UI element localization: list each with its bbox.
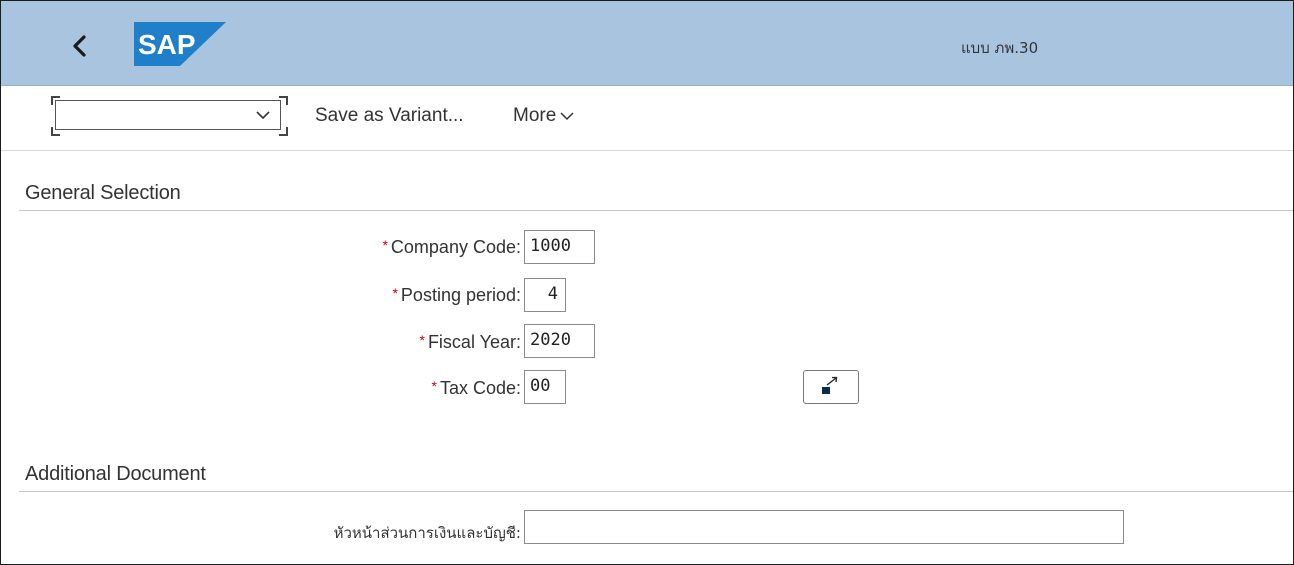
- fiscal-year-input[interactable]: 2020: [524, 324, 595, 358]
- head-of-finance-label: หัวหน้าส่วนการเงินและบัญชี:: [333, 524, 521, 542]
- chevron-left-icon: [73, 35, 86, 57]
- required-marker: *: [382, 237, 388, 253]
- variant-dropdown-focus: [51, 96, 288, 136]
- section-divider: [19, 491, 1293, 492]
- required-marker: *: [392, 285, 398, 301]
- posting-period-input[interactable]: 4: [524, 278, 566, 312]
- shell-bar: SAP แบบ ภพ.30: [1, 1, 1293, 86]
- app-title: แบบ ภพ.30: [961, 39, 1039, 57]
- toolbar: Save as Variant... More: [1, 86, 1293, 151]
- section-title-additional-document: Additional Document: [25, 463, 206, 485]
- variant-select[interactable]: [55, 100, 281, 130]
- required-marker: *: [419, 332, 425, 348]
- fiscal-year-label: * Fiscal Year:: [419, 332, 521, 352]
- company-code-label: * Company Code:: [382, 237, 521, 257]
- chevron-down-icon: [256, 111, 270, 120]
- section-divider: [19, 210, 1293, 211]
- more-button[interactable]: More: [513, 105, 575, 127]
- back-button[interactable]: [67, 29, 95, 63]
- multiple-selection-button[interactable]: [803, 370, 859, 404]
- save-as-variant-button[interactable]: Save as Variant...: [315, 105, 464, 127]
- tax-code-input[interactable]: 00: [524, 370, 566, 404]
- more-label: More: [513, 105, 557, 126]
- required-marker: *: [431, 378, 437, 394]
- logo-text: SAP: [138, 29, 196, 60]
- sap-logo: SAP: [134, 22, 226, 66]
- chevron-down-icon: [560, 112, 574, 121]
- multiple-selection-arrow-icon: [822, 376, 838, 394]
- app-window: SAP แบบ ภพ.30 Save as Variant... More Ge…: [0, 0, 1294, 565]
- company-code-input[interactable]: 1000: [524, 230, 595, 264]
- head-of-finance-input[interactable]: [524, 510, 1124, 544]
- section-title-general-selection: General Selection: [25, 182, 181, 204]
- tax-code-label: * Tax Code:: [431, 378, 522, 398]
- posting-period-label: * Posting period:: [392, 285, 521, 305]
